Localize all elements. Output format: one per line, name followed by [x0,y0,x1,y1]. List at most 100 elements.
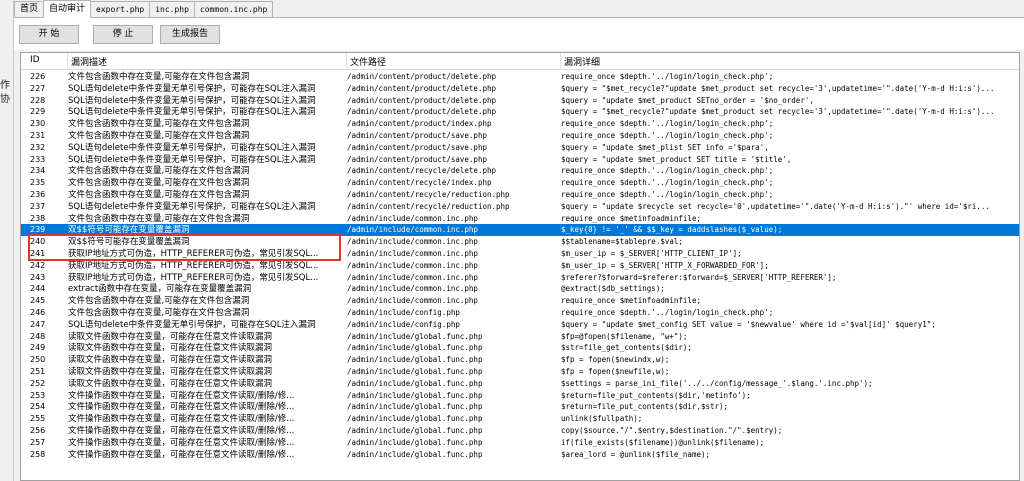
table-row[interactable]: 250 读取文件函数中存在变量，可能存在任意文件读取漏洞/admin/includ… [21,354,1019,366]
tab-export-php[interactable]: export.php [90,1,151,17]
cell-id: 230 [30,119,46,129]
cell-path: /admin/content/product/delete.php [347,107,497,117]
cell-description: 文件包含函数中存在变量,可能存在文件包含漏洞 [68,296,250,307]
table-row[interactable]: 240 双$$符号可能存在变量覆盖漏洞/admin/include/common.… [21,236,1019,248]
cell-id: 232 [30,142,46,152]
cell-detail: $_key{0} != '_' && $$_key = daddslashes(… [561,225,783,235]
cell-description: 文件包含函数中存在变量,可能存在文件包含漏洞 [68,130,250,141]
cell-detail: $fp = fopen($newfile,w); [561,366,670,376]
cell-detail: $query = "$met_recycle?"update $met_prod… [561,107,995,117]
tab-auto-audit[interactable]: 自动审计 [43,0,92,18]
column-divider[interactable] [346,53,347,70]
table-row[interactable]: 235 文件包含函数中存在变量,可能存在文件包含漏洞/admin/content/… [21,177,1019,189]
start-button[interactable]: 开 始 [19,25,79,44]
table-row[interactable]: 252 读取文件函数中存在变量，可能存在任意文件读取漏洞/admin/includ… [21,378,1019,390]
column-header-id[interactable]: ID [30,55,40,65]
table-row[interactable]: 230 文件包含函数中存在变量,可能存在文件包含漏洞/admin/content/… [21,118,1019,130]
table-row[interactable]: 231 文件包含函数中存在变量,可能存在文件包含漏洞/admin/content/… [21,130,1019,142]
cell-description: 文件操作函数中存在变量，可能存在任意文件读取/删除/修... [68,390,295,401]
table-row[interactable]: 239 双$$符号可能存在变量覆盖漏洞/admin/include/common.… [21,224,1019,237]
cell-id: 251 [30,366,46,376]
cell-detail: $query = "update $met_product SET title … [561,154,792,164]
cell-path: /admin/include/global.func.php [347,425,483,435]
table-row[interactable]: 251 读取文件函数中存在变量，可能存在任意文件读取漏洞/admin/includ… [21,366,1019,378]
column-divider[interactable] [67,53,68,70]
tab-inc-php[interactable]: inc.php [149,1,195,17]
cell-description: 文件包含函数中存在变量,可能存在文件包含漏洞 [68,189,250,200]
cell-detail: $m_user_ip = $_SERVER['HTTP_CLIENT_IP']; [561,248,742,258]
table-row[interactable]: 258 文件操作函数中存在变量，可能存在任意文件读取/删除/修... /admin/… [21,449,1019,461]
table-row[interactable]: 249 读取文件函数中存在变量，可能存在任意文件读取漏洞/admin/includ… [21,342,1019,354]
column-header-description[interactable]: 漏洞描述 [71,55,107,68]
column-divider[interactable] [560,53,561,70]
cell-path: /admin/content/product/save.php [347,130,487,140]
stop-button[interactable]: 停 止 [93,25,153,44]
table-row[interactable]: 228 SQL语句delete中条件变量无单引号保护，可能存在SQL注入漏洞/ad… [21,95,1019,107]
table-row[interactable]: 241 获取IP地址方式可伪造，HTTP_REFERER可伪造，常见引发SQL..… [21,248,1019,260]
cell-detail: require_once $depth.'../login/login_chec… [561,119,774,129]
table-row[interactable]: 232 SQL语句delete中条件变量无单引号保护，可能存在SQL注入漏洞/ad… [21,142,1019,154]
cell-path: /admin/include/global.func.php [347,355,483,365]
cell-detail: require_once $depth.'../login/login_chec… [561,307,774,317]
cell-detail: require_once $depth.'../login/login_chec… [561,166,774,176]
tab-common-inc-php[interactable]: common.inc.php [193,1,274,17]
cell-path: /admin/content/product/delete.php [347,83,497,93]
background-text-fragment: 协 [0,94,10,105]
cell-id: 237 [30,201,46,211]
cell-detail: $query = "update $met_product SETno_orde… [561,95,814,105]
table-row[interactable]: 248 读取文件函数中存在变量，可能存在任意文件读取漏洞/admin/includ… [21,331,1019,343]
cell-path: /admin/include/global.func.php [347,366,483,376]
table-row[interactable]: 246 文件包含函数中存在变量,可能存在文件包含漏洞/admin/include/… [21,307,1019,319]
cell-id: 249 [30,343,46,353]
cell-path: /admin/include/global.func.php [347,331,483,341]
cell-detail: require_once $depth.'../login/login_chec… [561,178,774,188]
table-row[interactable]: 254 文件操作函数中存在变量，可能存在任意文件读取/删除/修... /admin/… [21,401,1019,413]
table-row[interactable]: 245 文件包含函数中存在变量,可能存在文件包含漏洞/admin/include/… [21,295,1019,307]
cell-id: 247 [30,319,46,329]
cell-description: SQL语句delete中条件变量无单引号保护，可能存在SQL注入漏洞 [68,154,316,165]
cell-description: extract函数中存在变量，可能存在变量覆盖漏洞 [68,284,252,295]
column-header-path[interactable]: 文件路径 [350,55,386,68]
table-row[interactable]: 229 SQL语句delete中条件变量无单引号保护，可能存在SQL注入漏洞/ad… [21,106,1019,118]
cell-detail: $query = "update $met_plist SET info ='$… [561,142,769,152]
table-row[interactable]: 233 SQL语句delete中条件变量无单引号保护，可能存在SQL注入漏洞/ad… [21,154,1019,166]
cell-detail: $m_user_ip = $_SERVER['HTTP_X_FORWARDED_… [561,260,769,270]
cell-description: SQL语句delete中条件变量无单引号保护，可能存在SQL注入漏洞 [68,95,316,106]
tab-home[interactable]: 首页 [14,1,45,17]
table-row[interactable]: 227 SQL语句delete中条件变量无单引号保护，可能存在SQL注入漏洞/ad… [21,83,1019,95]
cell-id: 248 [30,331,46,341]
generate-report-button[interactable]: 生成报告 [160,25,220,44]
cell-id: 236 [30,189,46,199]
table-row[interactable]: 238 文件包含函数中存在变量,可能存在文件包含漏洞/admin/include/… [21,213,1019,225]
cell-path: /admin/include/global.func.php [347,378,483,388]
cell-path: /admin/include/common.inc.php [347,284,478,294]
cell-id: 243 [30,272,46,282]
cell-detail: $query = "update $recycle set recycle='0… [561,201,990,211]
cell-path: /admin/content/product/index.php [347,119,492,129]
column-header-detail[interactable]: 漏洞详细 [564,55,600,68]
table-row[interactable]: 256 文件操作函数中存在变量，可能存在任意文件读取/删除/修... /admin/… [21,425,1019,437]
table-row[interactable]: 255 文件操作函数中存在变量，可能存在任意文件读取/删除/修... /admin/… [21,413,1019,425]
table-body: 226 文件包含函数中存在变量,可能存在文件包含漏洞/admin/content/… [21,71,1019,461]
table-row[interactable]: 257 文件操作函数中存在变量，可能存在任意文件读取/删除/修... /admin/… [21,437,1019,449]
table-row[interactable]: 244 extract函数中存在变量，可能存在变量覆盖漏洞/admin/inclu… [21,283,1019,295]
cell-id: 252 [30,378,46,388]
table-row[interactable]: 234 文件包含函数中存在变量,可能存在文件包含漏洞/admin/content/… [21,165,1019,177]
cell-description: 读取文件函数中存在变量，可能存在任意文件读取漏洞 [68,378,273,389]
table-row[interactable]: 242 获取IP地址方式可伪造，HTTP_REFERER可伪造，常见引发SQL..… [21,260,1019,272]
cell-description: SQL语句delete中条件变量无单引号保护，可能存在SQL注入漏洞 [68,107,316,118]
cell-description: 文件操作函数中存在变量，可能存在任意文件读取/删除/修... [68,402,295,413]
cell-detail: $return=file_put_contents($dir,$str); [561,402,729,412]
table-row[interactable]: 226 文件包含函数中存在变量,可能存在文件包含漏洞/admin/content/… [21,71,1019,83]
table-row[interactable]: 237 SQL语句delete中条件变量无单引号保护，可能存在SQL注入漏洞/ad… [21,201,1019,213]
table-row[interactable]: 236 文件包含函数中存在变量,可能存在文件包含漏洞/admin/content/… [21,189,1019,201]
table-row[interactable]: 247 SQL语句delete中条件变量无单引号保护，可能存在SQL注入漏洞/ad… [21,319,1019,331]
results-table[interactable]: ID 漏洞描述 文件路径 漏洞详细 226 文件包含函数中存在变量,可能存在文件包… [20,52,1020,481]
table-row[interactable]: 253 文件操作函数中存在变量，可能存在任意文件读取/删除/修... /admin/… [21,390,1019,402]
cell-description: 文件包含函数中存在变量,可能存在文件包含漏洞 [68,119,250,130]
table-row[interactable]: 243 获取IP地址方式可伪造，HTTP_REFERER可伪造，常见引发SQL..… [21,272,1019,284]
cell-id: 254 [30,402,46,412]
cell-id: 229 [30,107,46,117]
cell-detail: require_once $metinfoadminfile; [561,213,701,223]
cell-path: /admin/include/global.func.php [347,402,483,412]
